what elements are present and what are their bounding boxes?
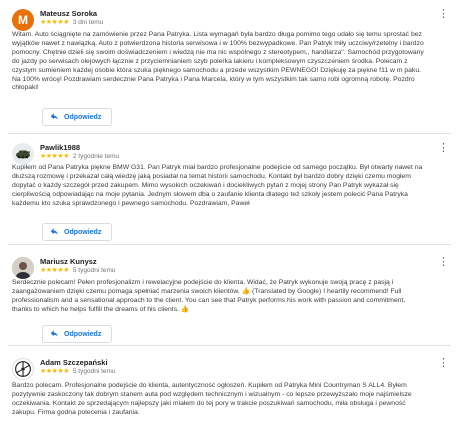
review-card: M Mateusz Soroka ★★★★★ 3 dni temu ⋮ Wita… (0, 0, 459, 132)
review-meta: ★★★★★ 2 tygodnie temu (40, 152, 120, 161)
star-rating: ★★★★★ (40, 267, 69, 274)
review-card: Adam Szczepański ★★★★★ 5 tygodni temu ⋮ … (0, 346, 459, 422)
review-text: Bardzo polecam. Profesjonalne podejście … (12, 382, 412, 416)
review-text: Serdecznie polecam! Pełen profesjonalizm… (12, 279, 406, 313)
review-meta: ★★★★★ 5 tygodni temu (40, 266, 116, 275)
review-text: Kupiłem od Pana Patryka piękne BMW G31. … (12, 164, 423, 207)
review-meta: ★★★★★ 3 dni temu (40, 18, 104, 27)
reviewer-name[interactable]: Mariusz Kunysz (40, 257, 97, 266)
reply-label: Odpowiedz (64, 113, 102, 121)
review-card: Mariusz Kunysz ★★★★★ 5 tygodni temu ⋮ Se… (0, 245, 459, 345)
more-vert-icon[interactable]: ⋮ (438, 358, 449, 369)
reviewer-name[interactable]: Adam Szczepański (40, 358, 108, 367)
more-vert-icon[interactable]: ⋮ (438, 143, 449, 154)
reply-icon (50, 113, 58, 120)
star-rating: ★★★★★ (40, 19, 69, 26)
reviewer-name[interactable]: Pawlik1988 (40, 143, 80, 152)
reply-icon (50, 228, 58, 235)
reply-button[interactable]: Odpowiedz (42, 223, 113, 241)
avatar[interactable] (12, 358, 34, 380)
reply-icon (50, 330, 58, 337)
reply-label: Odpowiedz (64, 330, 102, 338)
reply-button[interactable]: Odpowiedz (42, 325, 113, 343)
avatar[interactable] (12, 143, 34, 165)
review-card: Pawlik1988 ★★★★★ 2 tygodnie temu ⋮ Kupił… (0, 134, 459, 244)
review-time: 2 tygodnie temu (72, 152, 120, 160)
review-time: 5 tygodni temu (72, 367, 116, 375)
review-time: 3 dni temu (72, 18, 104, 26)
review-time: 5 tygodni temu (72, 266, 116, 274)
reviewer-name[interactable]: Mateusz Soroka (40, 9, 97, 18)
star-rating: ★★★★★ (40, 368, 69, 375)
reply-label: Odpowiedz (64, 228, 102, 236)
star-rating: ★★★★★ (40, 153, 69, 160)
review-text: Witam. Auto ściągnięte na zamówienie prz… (12, 31, 424, 92)
avatar[interactable]: M (12, 9, 34, 31)
reply-button[interactable]: Odpowiedz (42, 108, 113, 126)
more-vert-icon[interactable]: ⋮ (438, 9, 449, 20)
avatar[interactable] (12, 257, 34, 279)
review-meta: ★★★★★ 5 tygodni temu (40, 367, 116, 376)
more-vert-icon[interactable]: ⋮ (438, 257, 449, 268)
